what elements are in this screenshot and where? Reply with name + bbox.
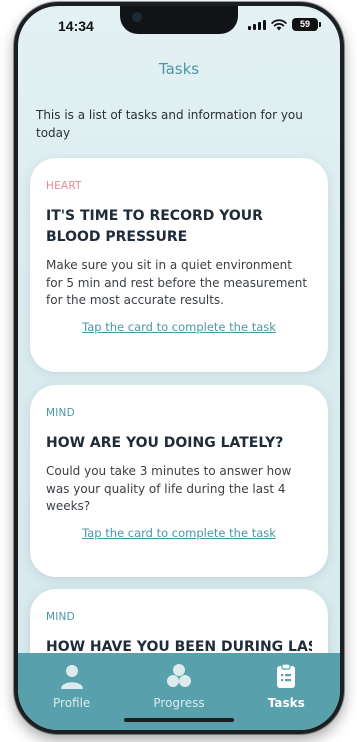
bottom-tab-bar: Profile Progress Tasks	[18, 653, 340, 730]
card-title: HOW ARE YOU DOING LATELY?	[46, 435, 284, 451]
complete-task-link[interactable]: Tap the card to complete the task	[46, 320, 312, 334]
card-category: MIND	[46, 407, 75, 419]
person-icon	[60, 665, 83, 689]
tab-tasks[interactable]: Tasks	[236, 663, 336, 710]
card-category: MIND	[46, 611, 75, 623]
card-description: Could you take 3 minutes to answer how w…	[46, 464, 292, 513]
home-indicator	[124, 718, 234, 722]
task-card-quality-of-life[interactable]: MIND HOW ARE YOU DOING LATELY? Could you…	[30, 385, 328, 577]
task-list: HEART IT'S TIME TO RECORD YOUR BLOOD PRE…	[18, 6, 340, 730]
clipboard-icon	[277, 663, 296, 688]
task-card-blood-pressure[interactable]: HEART IT'S TIME TO RECORD YOUR BLOOD PRE…	[30, 158, 328, 372]
tab-profile[interactable]: Profile	[22, 663, 122, 710]
app-screen: 14:34 59 Tasks This is a list of tasks a…	[18, 6, 340, 730]
card-title: IT'S TIME TO RECORD YOUR BLOOD PRESSURE	[46, 208, 263, 245]
progress-icon	[166, 664, 191, 687]
phone-frame: 14:34 59 Tasks This is a list of tasks a…	[14, 2, 344, 734]
tab-progress[interactable]: Progress	[129, 663, 229, 710]
tab-label: Progress	[153, 696, 205, 710]
complete-task-link[interactable]: Tap the card to complete the task	[46, 526, 312, 540]
tab-label: Profile	[53, 696, 91, 710]
card-category: HEART	[46, 180, 82, 192]
card-description: Make sure you sit in a quiet environment…	[46, 258, 308, 307]
tab-label: Tasks	[267, 696, 305, 710]
